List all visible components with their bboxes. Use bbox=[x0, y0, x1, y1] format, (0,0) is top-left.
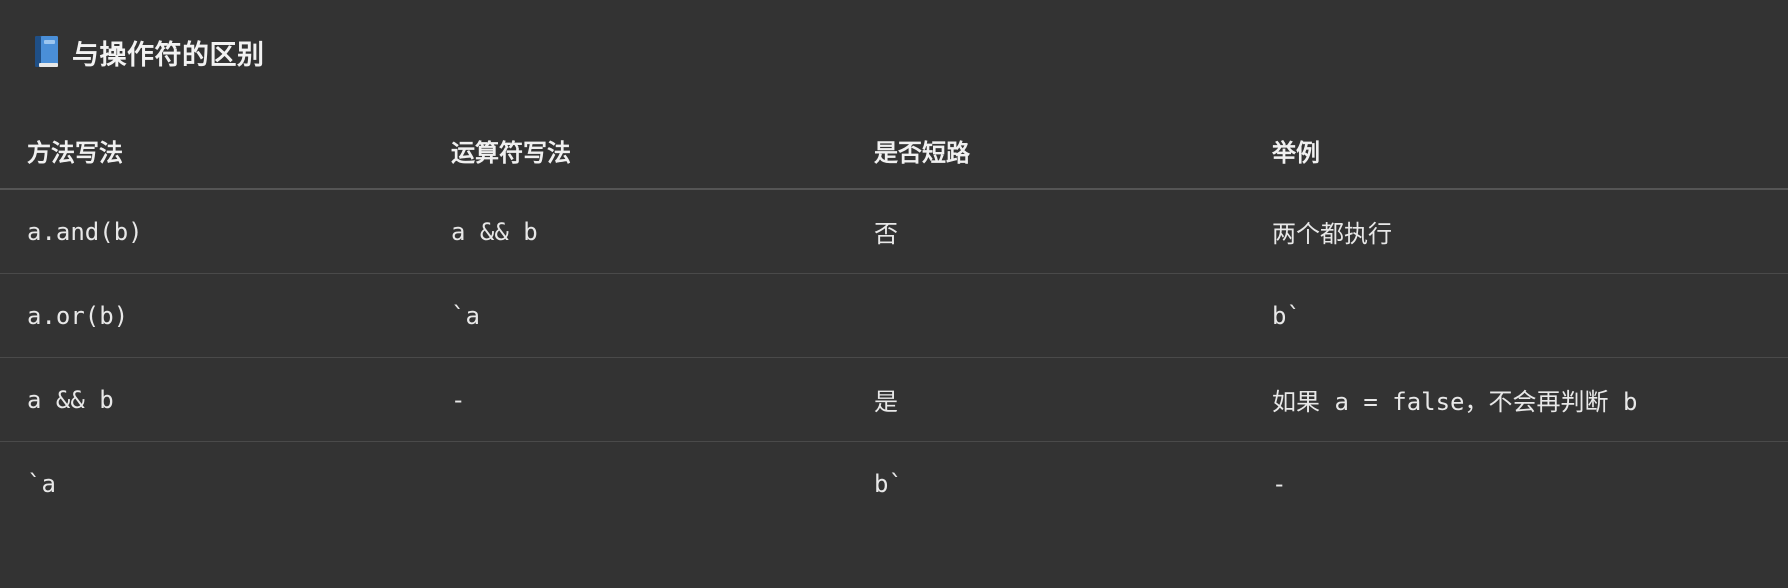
table-cell: a && b bbox=[451, 217, 538, 246]
table-cell: a.and(b) bbox=[27, 217, 143, 246]
table-cell: `a bbox=[451, 301, 480, 330]
header-cell-method: 方法写法 bbox=[27, 139, 123, 167]
table-cell: a.or(b) bbox=[27, 301, 129, 330]
table-cell: - bbox=[451, 385, 466, 414]
table-cell: b` bbox=[1272, 301, 1301, 330]
section-title: 与操作符的区别 bbox=[72, 39, 265, 71]
table-cell: 如果 a = false，不会再判断 b bbox=[1272, 388, 1638, 416]
table-header-row: 方法写法 运算符写法 是否短路 举例 bbox=[0, 107, 1788, 190]
table-row: a && b - 是 如果 a = false，不会再判断 b bbox=[0, 358, 1788, 442]
table-row: `a b` - bbox=[0, 442, 1788, 526]
table-cell: b` bbox=[874, 470, 903, 498]
table-cell: a && b bbox=[27, 385, 114, 414]
comparison-table: 方法写法 运算符写法 是否短路 举例 a.and(b) a && b 否 两个都… bbox=[0, 107, 1788, 526]
table-cell: 是 bbox=[874, 388, 898, 416]
header-cell-short-circuit: 是否短路 bbox=[874, 139, 970, 167]
table-row: a.and(b) a && b 否 两个都执行 bbox=[0, 190, 1788, 274]
table-cell: - bbox=[1272, 470, 1287, 498]
table-cell: 两个都执行 bbox=[1272, 220, 1392, 248]
header-cell-operator: 运算符写法 bbox=[451, 139, 571, 167]
table-cell: `a bbox=[27, 470, 56, 498]
section-heading: 与操作符的区别 bbox=[32, 34, 265, 71]
table-row: a.or(b) `a b` bbox=[0, 274, 1788, 358]
header-cell-example: 举例 bbox=[1272, 139, 1320, 167]
table-cell: 否 bbox=[874, 220, 898, 248]
blue-book-icon bbox=[32, 35, 62, 69]
